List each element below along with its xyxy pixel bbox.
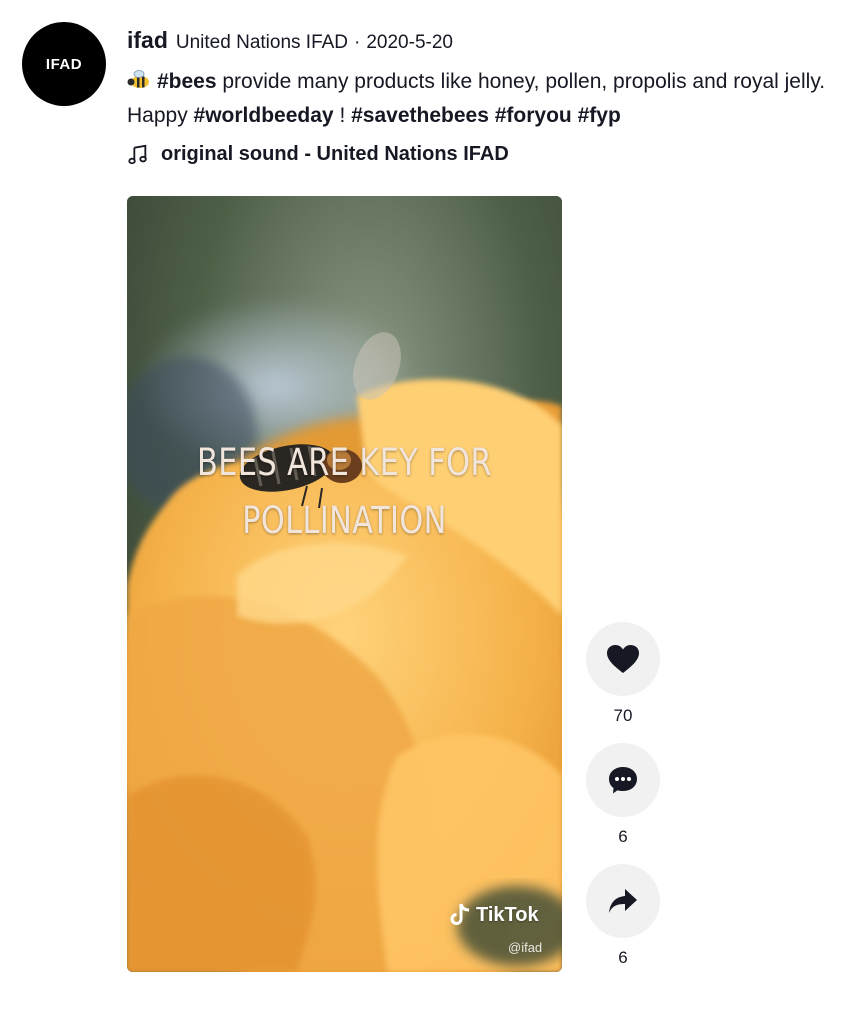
video-overlay-text: BEES ARE KEY FOR POLLINATION [166, 434, 523, 550]
share-count: 6 [618, 948, 628, 967]
avatar-logo-text: IFAD [45, 55, 83, 73]
share-button[interactable] [586, 864, 660, 938]
author-nickname[interactable]: United Nations IFAD [176, 32, 348, 54]
video-player[interactable]: BEES ARE KEY FOR POLLINATION TikTok @ifa… [127, 196, 562, 972]
comment-bubble-icon [609, 767, 637, 794]
post-date: 2020-5-20 [366, 32, 453, 53]
video-frame-image [127, 196, 562, 972]
author-avatar[interactable]: IFAD [22, 22, 106, 106]
tiktok-watermark: TikTok [448, 902, 558, 928]
hashtag-fyp[interactable]: #fyp [578, 104, 621, 127]
post-header: ifad United Nations IFAD · 2020-5-20 [127, 27, 453, 54]
bee-emoji-icon [127, 70, 149, 88]
header-separator: · [354, 32, 361, 53]
like-count: 70 [613, 706, 633, 725]
caption-text-2: ! [333, 104, 352, 127]
comment-button[interactable] [586, 743, 660, 817]
heart-icon [607, 645, 639, 673]
comment-count: 6 [618, 827, 628, 846]
author-username[interactable]: ifad [127, 27, 168, 54]
overlay-line-1: BEES ARE KEY FOR [197, 441, 492, 484]
post-caption: #bees provide many products like honey, … [127, 65, 832, 133]
hashtag-savethebees[interactable]: #savethebees [351, 104, 489, 127]
music-note-icon [128, 144, 147, 164]
overlay-line-2: POLLINATION [242, 499, 447, 542]
sound-label: original sound - United Nations IFAD [161, 143, 509, 165]
watermark-handle: @ifad [508, 940, 543, 955]
sound-link[interactable]: original sound - United Nations IFAD [127, 143, 509, 166]
tiktok-logo-icon [450, 903, 470, 925]
hashtag-foryou[interactable]: #foryou [495, 104, 572, 127]
like-button[interactable] [586, 622, 660, 696]
share-arrow-icon [609, 889, 637, 913]
watermark-brand: TikTok [476, 903, 539, 926]
hashtag-bees[interactable]: #bees [157, 70, 217, 93]
hashtag-worldbeeday[interactable]: #worldbeeday [194, 104, 334, 127]
